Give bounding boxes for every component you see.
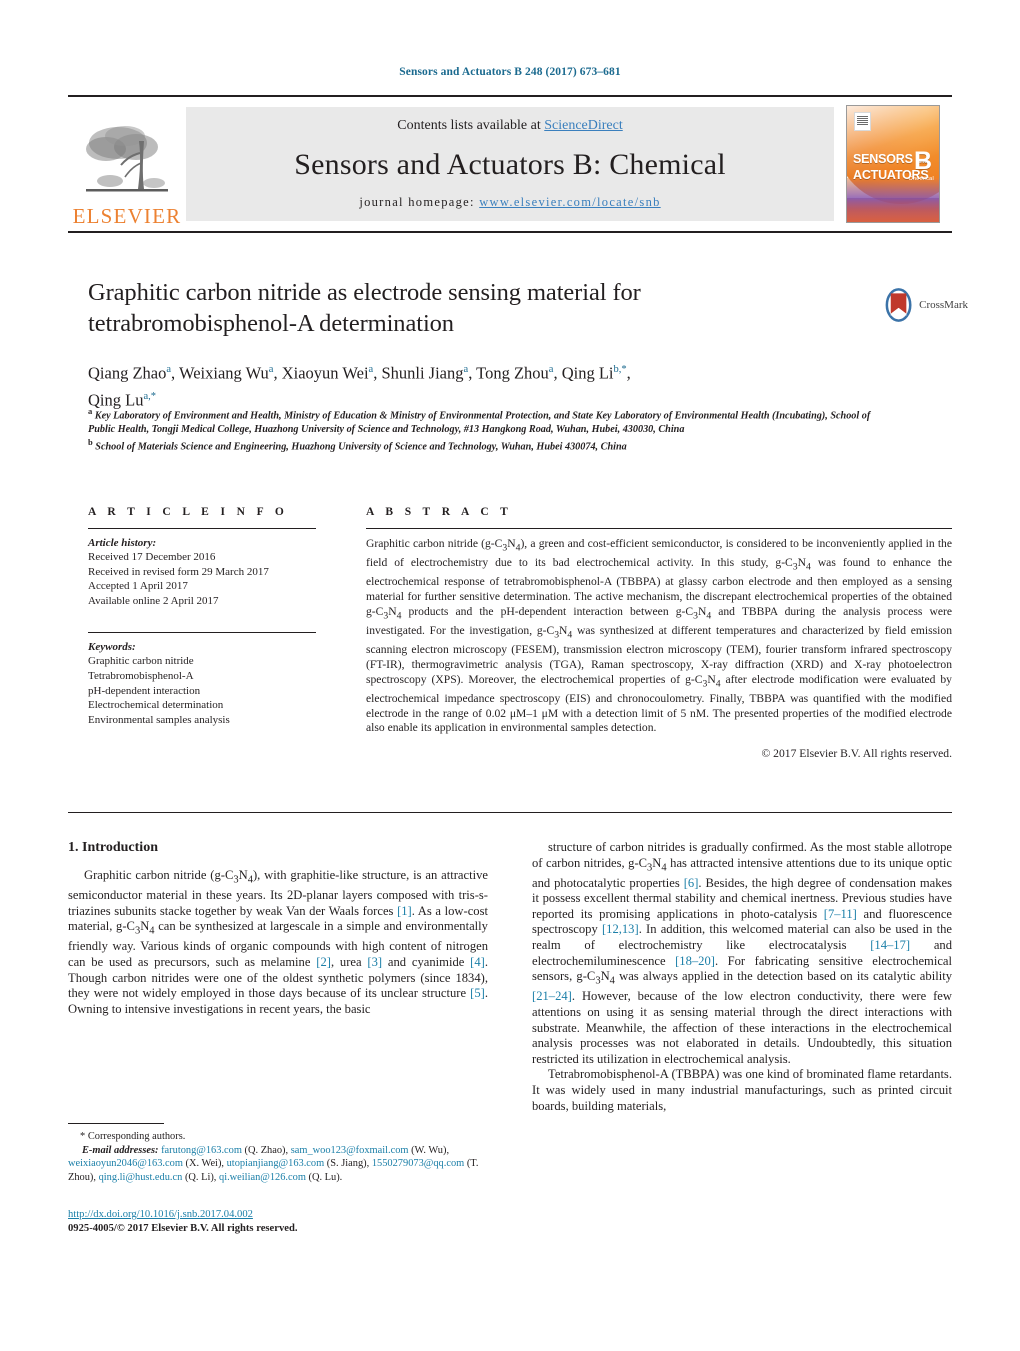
- list-item: Environmental samples analysis: [88, 713, 230, 726]
- body-column-right: structure of carbon nitrides is graduall…: [532, 840, 952, 1114]
- abstract-column: A B S T R A C T Graphitic carbon nitride…: [366, 506, 952, 760]
- list-item: Available online 2 April 2017: [88, 594, 219, 607]
- contents-prefix: Contents lists available at: [397, 118, 545, 133]
- section-heading-introduction: 1. Introduction: [68, 840, 158, 855]
- article-info-rule-mid: [88, 632, 316, 634]
- affiliation-a-marker: a: [88, 406, 93, 416]
- author-list: Qiang Zhaoa, Weixiang Wua, Xiaoyun Weia,…: [88, 363, 631, 410]
- contents-line: Contents lists available at ScienceDirec…: [397, 118, 623, 134]
- crossmark-badge[interactable]: CrossMark: [882, 285, 968, 325]
- paper-page: Sensors and Actuators B 248 (2017) 673–6…: [0, 0, 1020, 1351]
- affiliation-a: a Key Laboratory of Environment and Heal…: [88, 405, 888, 436]
- issn-copyright-line: 0925-4005/© 2017 Elsevier B.V. All right…: [68, 1223, 298, 1234]
- left-paragraphs: Graphitic carbon nitride (g-C3N4), with …: [68, 868, 488, 1017]
- elsevier-logo: ELSEVIER: [68, 97, 186, 231]
- keywords-list: Graphitic carbon nitride Tetrabromobisphe…: [88, 654, 316, 727]
- email-label: E-mail addresses:: [82, 1145, 159, 1157]
- article-history-label: Article history:: [88, 537, 157, 549]
- list-item: Graphitic carbon nitride: [88, 655, 194, 668]
- body-paragraph: structure of carbon nitrides is graduall…: [532, 840, 953, 1066]
- article-info-heading: A R T I C L E I N F O: [88, 506, 289, 518]
- email-addresses-note: E-mail addresses: farutong@163.com (Q. Z…: [68, 1144, 488, 1184]
- running-head: Sensors and Actuators B 248 (2017) 673–6…: [399, 66, 621, 78]
- journal-masthead: ELSEVIER Contents lists available at Sci…: [68, 95, 952, 233]
- article-info-column: A R T I C L E I N F O Article history: R…: [88, 506, 316, 727]
- body-column-left: 1. Introduction Graphitic carbon nitride…: [68, 840, 488, 1017]
- keywords-label: Keywords:: [88, 641, 136, 654]
- list-item: Received 17 December 2016: [88, 551, 216, 563]
- footnote-divider: [68, 1123, 164, 1124]
- list-item: pH-dependent interaction: [88, 684, 201, 697]
- journal-cover-thumbnail: SENSORS and ACTUATORS B Chemical: [846, 105, 940, 223]
- corresponding-marker: *: [80, 1131, 86, 1142]
- article-info-rule-top: [88, 528, 316, 529]
- list-item: Tetrabromobisphenol-A: [88, 669, 194, 682]
- corresponding-authors-note: * Corresponding authors.: [80, 1130, 488, 1143]
- doi-block: http://dx.doi.org/10.1016/j.snb.2017.04.…: [68, 1208, 488, 1236]
- affiliation-a-text: Key Laboratory of Environment and Health…: [88, 410, 871, 435]
- journal-cover-block: SENSORS and ACTUATORS B Chemical: [834, 97, 952, 231]
- homepage-prefix: journal homepage:: [359, 195, 480, 209]
- page-title: Graphitic carbon nitride as electrode se…: [88, 279, 641, 337]
- elsevier-tree-icon: [86, 126, 168, 192]
- abstract-rule: [366, 528, 952, 529]
- abstract-copyright: © 2017 Elsevier B.V. All rights reserved…: [761, 747, 952, 761]
- cover-line1: SENSORS: [853, 152, 913, 166]
- corresponding-text: Corresponding authors.: [87, 1131, 186, 1142]
- list-item: Electrochemical determination: [88, 699, 224, 712]
- affiliation-b: b School of Materials Science and Engine…: [88, 436, 888, 454]
- doi-link[interactable]: http://dx.doi.org/10.1016/j.snb.2017.04.…: [68, 1209, 253, 1220]
- affiliations: a Key Laboratory of Environment and Heal…: [88, 405, 888, 453]
- cover-bottom-band-2: [847, 198, 939, 222]
- right-paragraphs: structure of carbon nitrides is graduall…: [532, 840, 952, 1114]
- cover-letter-b: B: [913, 147, 932, 175]
- abstract-heading: A B S T R A C T: [366, 506, 513, 518]
- list-item: Accepted 1 April 2017: [88, 580, 188, 593]
- sciencedirect-link[interactable]: ScienceDirect: [544, 118, 623, 133]
- masthead-center: Contents lists available at ScienceDirec…: [186, 107, 834, 221]
- crossmark-label: CrossMark: [919, 299, 968, 311]
- title-block: Graphitic carbon nitride as electrode se…: [88, 277, 788, 411]
- footnote-block: * Corresponding authors. E-mail addresse…: [68, 1130, 488, 1184]
- journal-title: Sensors and Actuators B: Chemical: [294, 147, 726, 181]
- affiliation-b-text: School of Materials Science and Engineer…: [95, 441, 627, 453]
- journal-homepage-link[interactable]: www.elsevier.com/locate/snb: [479, 195, 660, 209]
- cover-elsevier-mini-icon: [854, 112, 871, 131]
- crossmark-icon: [885, 288, 912, 322]
- cover-subtitle: Chemical: [908, 176, 934, 182]
- elsevier-wordmark: ELSEVIER: [72, 204, 182, 228]
- section-divider: [68, 812, 952, 813]
- affiliation-b-marker: b: [88, 436, 93, 447]
- homepage-line: journal homepage: www.elsevier.com/locat…: [359, 195, 660, 210]
- body-paragraph: Tetrabromobisphenol-A (TBBPA) was one ki…: [532, 1067, 952, 1113]
- abstract-body: Graphitic carbon nitride (g-C3N4), a gre…: [366, 537, 952, 735]
- body-paragraph: Graphitic carbon nitride (g-C3N4), with …: [68, 868, 488, 1016]
- article-history-list: Received 17 December 2016 Received in rev…: [88, 550, 316, 608]
- list-item: Received in revised form 29 March 2017: [88, 565, 269, 578]
